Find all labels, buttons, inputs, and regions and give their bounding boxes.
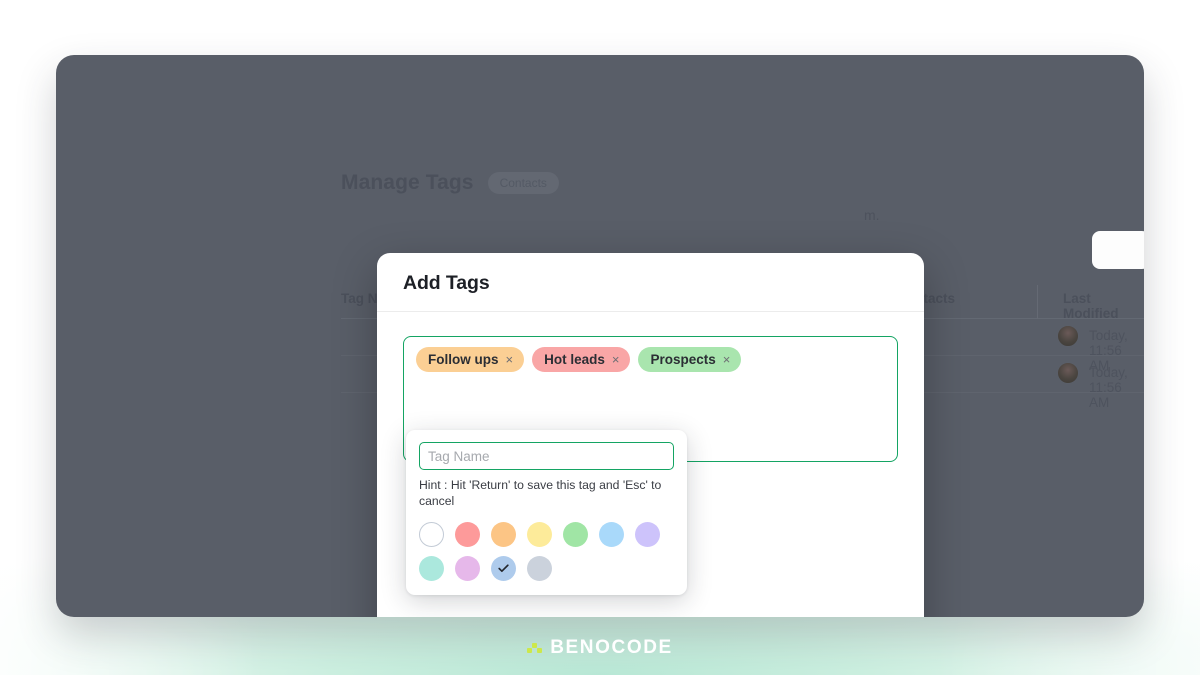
tag-remove-icon[interactable]: × [612, 353, 620, 366]
modal-header: Add Tags [377, 253, 924, 312]
color-green-swatch[interactable] [563, 522, 588, 548]
color-swatch-row [419, 556, 674, 582]
color-purple-swatch[interactable] [635, 522, 660, 548]
search-input[interactable] [1092, 231, 1144, 269]
background-page-header: Manage Tags Contacts [341, 171, 559, 195]
color-swatch-grid [419, 522, 674, 582]
color-swatch-row [419, 522, 674, 548]
modal-title: Add Tags [403, 272, 490, 294]
column-header-last-modified: Last Modified [1063, 291, 1119, 321]
tag-color-panel: Hint : Hit 'Return' to save this tag and… [406, 430, 687, 596]
page-title: Manage Tags [341, 171, 474, 194]
avatar [1057, 362, 1079, 384]
color-periwinkle-swatch[interactable] [491, 556, 516, 582]
modal-body: Follow ups × Hot leads × Prospects × Hint : H… [377, 312, 924, 596]
tag-remove-icon[interactable]: × [506, 353, 514, 366]
color-orange-swatch[interactable] [491, 522, 516, 548]
color-orchid-swatch[interactable] [455, 556, 480, 582]
page-scope-chip: Contacts [487, 172, 559, 194]
page-description-tail: m. [864, 207, 880, 223]
cell-last-modified: Today, 11:56 AM [1089, 365, 1128, 410]
tag-name-hint: Hint : Hit 'Return' to save this tag and… [419, 478, 662, 509]
modal-footer: Cancel Save [377, 594, 924, 617]
color-yellow-swatch[interactable] [527, 522, 552, 548]
check-icon [491, 556, 516, 581]
tag-pill[interactable]: Follow ups × [416, 347, 525, 372]
color-mint-swatch[interactable] [419, 556, 444, 582]
footer-logo-text: BENOCODE [550, 637, 673, 658]
tag-pill-label: Prospects [650, 351, 716, 367]
tag-pill-label: Follow ups [428, 351, 499, 367]
color-grey-swatch[interactable] [527, 556, 552, 582]
tag-name-input[interactable] [419, 442, 674, 470]
footer-logo: BENOCODE [0, 637, 1200, 659]
color-blue-swatch[interactable] [599, 522, 624, 548]
tag-pill[interactable]: Hot leads × [532, 347, 631, 372]
column-divider [1037, 285, 1038, 319]
app-window: Manage Tags Contacts m. Tag Name ontacts… [56, 55, 1144, 617]
benocode-dots-icon [527, 641, 543, 655]
avatar [1057, 325, 1079, 347]
tag-pill-label: Hot leads [544, 351, 605, 367]
color-red-swatch[interactable] [455, 522, 480, 548]
add-tags-modal: Add Tags Follow ups × Hot leads × Prospects ×… [377, 253, 924, 617]
tag-pill[interactable]: Prospects × [638, 347, 742, 372]
tag-remove-icon[interactable]: × [723, 353, 731, 366]
color-white-swatch[interactable] [419, 522, 444, 548]
